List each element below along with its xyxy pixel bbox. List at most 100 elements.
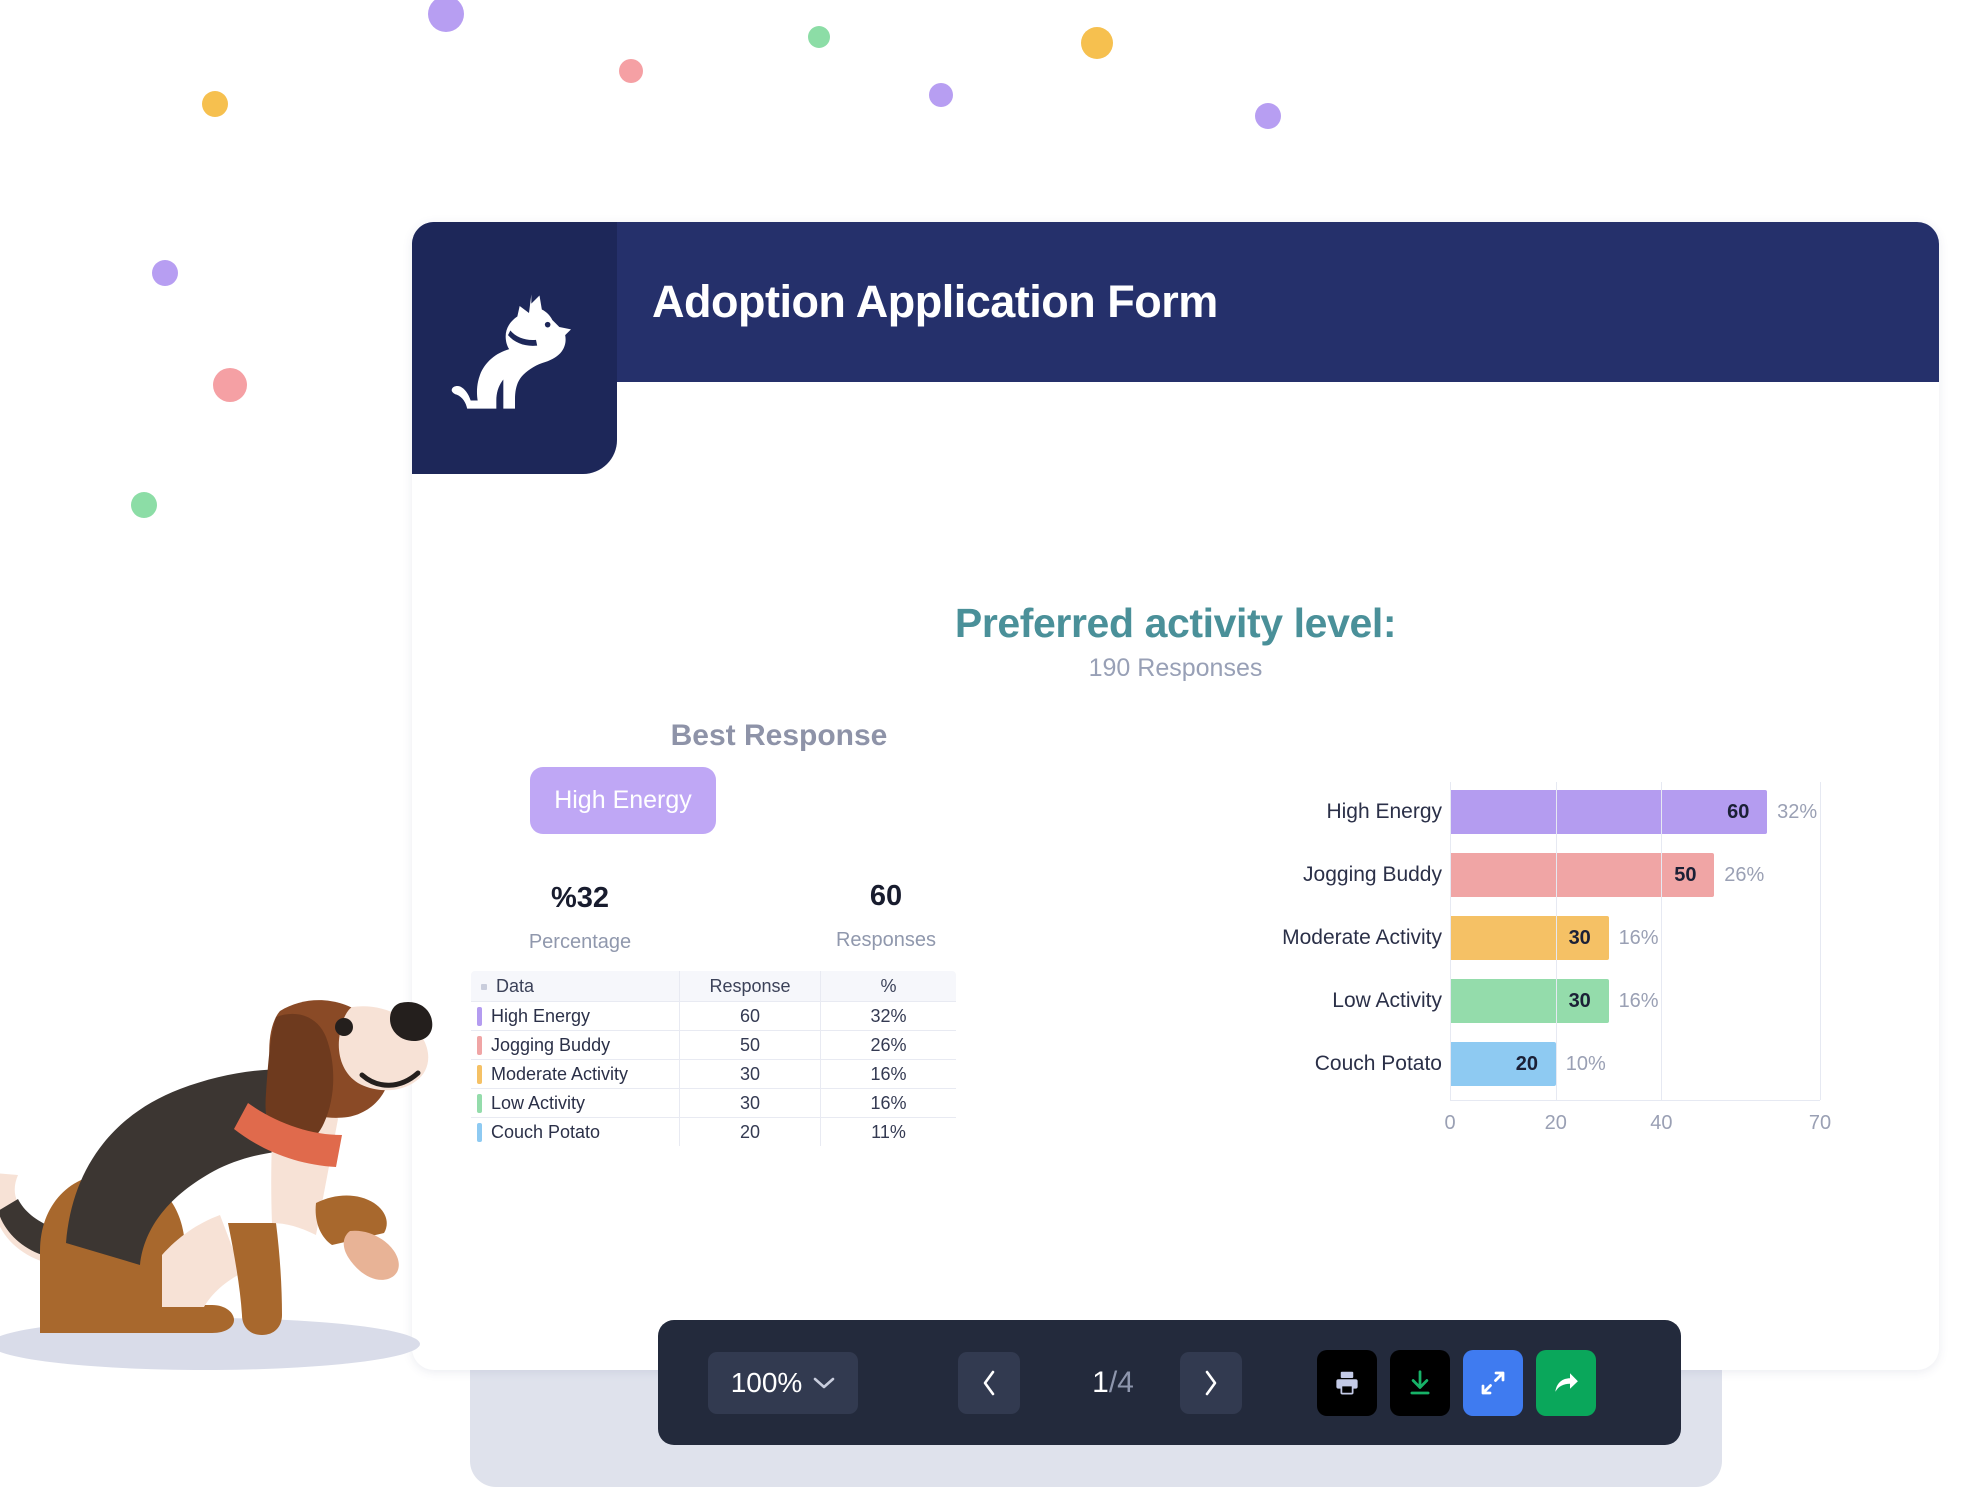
stat-percentage-label: Percentage bbox=[528, 931, 632, 953]
chart-gridline bbox=[1555, 782, 1557, 1100]
table-cell-percent: 16% bbox=[820, 1088, 956, 1118]
series-color-swatch bbox=[477, 1122, 482, 1142]
stat-percentage: %32 Percentage bbox=[470, 884, 690, 954]
chevron-down-icon bbox=[814, 1377, 835, 1388]
table-cell-response: 30 bbox=[679, 1059, 821, 1089]
chart-bar bbox=[1450, 790, 1768, 834]
share-arrow-icon bbox=[1555, 1372, 1578, 1392]
chart-bar-percent-label: 16% bbox=[1618, 926, 1659, 949]
chart-category-label: High Energy bbox=[1326, 800, 1442, 823]
chart-category-label: Couch Potato bbox=[1314, 1052, 1442, 1075]
dog-svg bbox=[0, 1000, 433, 1370]
chart-axis-tick-label: 20 bbox=[1544, 1112, 1567, 1134]
chart-axis-tick-label: 70 bbox=[1808, 1112, 1832, 1134]
column-header-data: Data bbox=[471, 971, 680, 1002]
page-total: /4 bbox=[1108, 1365, 1134, 1399]
table-cell-percent: 26% bbox=[820, 1030, 956, 1060]
table-cell-data: High Energy bbox=[471, 1001, 680, 1031]
decorative-dot bbox=[152, 260, 178, 286]
chart-row: High Energy 60 32% bbox=[1112, 782, 1852, 842]
stat-responses-label: Responses bbox=[835, 929, 937, 951]
series-color-swatch bbox=[477, 1064, 482, 1084]
table-cell-data: Moderate Activity bbox=[471, 1059, 680, 1089]
table-cell-data: Jogging Buddy bbox=[471, 1030, 680, 1060]
expand-arrows-icon bbox=[1481, 1371, 1505, 1394]
chart-bar-value-label: 30 bbox=[1568, 926, 1591, 949]
series-color-swatch bbox=[477, 1035, 482, 1055]
chart-gridline bbox=[1661, 782, 1663, 1100]
question-title: Preferred activity level: bbox=[954, 600, 1397, 646]
stat-percentage-value: %32 bbox=[550, 882, 610, 914]
chart-bar-value-label: 30 bbox=[1568, 989, 1591, 1012]
table-cell-data: Couch Potato bbox=[471, 1117, 680, 1146]
chart-row: Moderate Activity 30 16% bbox=[1112, 908, 1852, 968]
next-page-button[interactable] bbox=[1180, 1351, 1242, 1414]
table-row: Jogging Buddy 50 26% bbox=[471, 1030, 956, 1060]
table-cell-response: 30 bbox=[679, 1088, 821, 1118]
table-cell-percent: 11% bbox=[820, 1117, 956, 1146]
share-button[interactable] bbox=[1536, 1349, 1596, 1416]
table-cell-percent: 32% bbox=[820, 1001, 956, 1031]
chart-bar-value-label: 50 bbox=[1674, 863, 1697, 886]
chart-axis-tick-label: 40 bbox=[1650, 1112, 1673, 1134]
chart-row: Low Activity 30 16% bbox=[1112, 971, 1852, 1031]
page-indicator: 1/4 bbox=[1053, 1366, 1173, 1400]
chart-bar-percent-label: 10% bbox=[1565, 1052, 1606, 1075]
table-head: Data Response % bbox=[471, 971, 956, 1002]
chart-category-label: Jogging Buddy bbox=[1303, 863, 1442, 886]
table-row: Low Activity 30 16% bbox=[471, 1088, 956, 1118]
download-button[interactable] bbox=[1390, 1349, 1450, 1416]
series-color-swatch bbox=[477, 1093, 482, 1113]
chart-axis-line bbox=[1450, 1100, 1820, 1101]
best-response-label: Best Response bbox=[670, 719, 888, 752]
decorative-dot bbox=[213, 368, 247, 402]
chevron-left-icon bbox=[983, 1370, 995, 1395]
chart-bar-percent-label: 16% bbox=[1618, 989, 1659, 1012]
decorative-dot bbox=[202, 91, 228, 117]
chart-bar-value-label: 20 bbox=[1515, 1052, 1538, 1075]
decorative-dot bbox=[428, 0, 464, 32]
decorative-dot bbox=[808, 26, 830, 48]
square-icon bbox=[481, 983, 487, 990]
bar-chart: High Energy 60 32% Jogging Buddy 50 26% Modera… bbox=[1112, 782, 1852, 1167]
table-cell-response: 20 bbox=[679, 1117, 821, 1146]
page-title: Adoption Application Form bbox=[652, 276, 1218, 327]
chart-bar-percent-label: 26% bbox=[1724, 863, 1765, 886]
decorative-dot bbox=[1255, 103, 1281, 129]
chart-gridline bbox=[1820, 782, 1821, 1100]
chart-axis-tick-label: 0 bbox=[1444, 1112, 1456, 1134]
chart-category-label: Low Activity bbox=[1332, 989, 1442, 1012]
table-row: Couch Potato 20 11% bbox=[471, 1117, 956, 1146]
chart-gridline bbox=[1450, 782, 1451, 1100]
previous-page-button[interactable] bbox=[958, 1351, 1020, 1414]
table-cell-percent: 16% bbox=[820, 1059, 956, 1089]
viewer-toolbar: 100% 1/4 bbox=[658, 1320, 1681, 1445]
chevron-right-icon bbox=[1205, 1370, 1217, 1395]
stat-responses-value: 60 bbox=[869, 880, 903, 912]
table-body: High Energy 60 32% Jogging Buddy 50 26% Modera… bbox=[471, 1001, 956, 1146]
column-header-response: Response bbox=[679, 971, 821, 1002]
table-cell-response: 50 bbox=[679, 1030, 821, 1060]
chart-bar-percent-label: 32% bbox=[1777, 800, 1818, 823]
series-color-swatch bbox=[477, 1006, 482, 1026]
best-response-chip: High Energy bbox=[530, 767, 716, 834]
chart-bar bbox=[1450, 1042, 1556, 1086]
printer-icon bbox=[1336, 1371, 1358, 1394]
document-card: Adoption Application Form Preferred acti… bbox=[412, 222, 1939, 1370]
responses-summary: 190 Responses bbox=[1088, 654, 1263, 682]
fullscreen-button[interactable] bbox=[1463, 1349, 1523, 1416]
zoom-select[interactable]: 100% bbox=[708, 1351, 858, 1414]
decorative-dot bbox=[131, 492, 157, 518]
print-button[interactable] bbox=[1317, 1349, 1377, 1416]
table-row: High Energy 60 32% bbox=[471, 1001, 956, 1031]
decorative-dot bbox=[619, 59, 643, 83]
beagle-dog-illustration bbox=[0, 955, 460, 1375]
download-icon bbox=[1410, 1369, 1430, 1394]
decorative-dot bbox=[1081, 27, 1113, 59]
chart-row: Jogging Buddy 50 26% bbox=[1112, 845, 1852, 905]
table-cell-data: Low Activity bbox=[471, 1088, 680, 1118]
chart-bar-value-label: 60 bbox=[1727, 800, 1750, 823]
table-header-row: Data Response % bbox=[471, 971, 956, 1002]
chart-category-label: Moderate Activity bbox=[1282, 926, 1442, 949]
table-row: Moderate Activity 30 16% bbox=[471, 1059, 956, 1089]
